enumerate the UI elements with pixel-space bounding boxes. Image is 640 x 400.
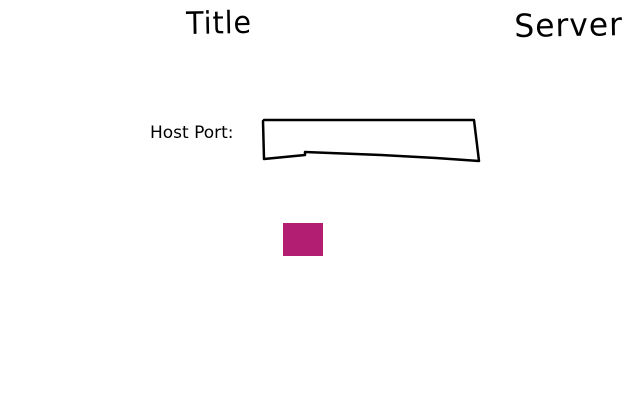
host-port-label: Host Port: (150, 123, 234, 143)
host-port-input[interactable] (267, 123, 473, 153)
server-label: Server (513, 5, 624, 45)
host-port-field[interactable] (261, 117, 483, 165)
action-button[interactable] (283, 223, 323, 256)
page-title: Title (185, 4, 253, 42)
